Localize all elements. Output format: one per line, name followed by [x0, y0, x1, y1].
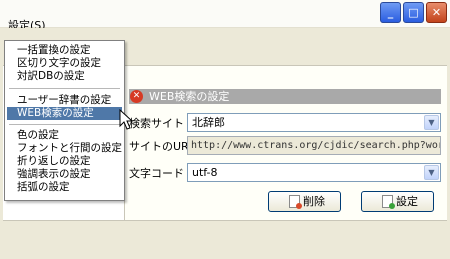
delete-document-icon — [289, 195, 302, 209]
charset-value: utf-8 — [192, 166, 218, 179]
site-url-field[interactable]: http://www.ctrans.org/cjdic/search.php?w… — [187, 136, 441, 155]
menu-item-delimiter[interactable]: 区切り文字の設定 — [7, 57, 122, 70]
set-button[interactable]: 設定 — [361, 191, 434, 212]
delete-button-label: 削除 — [303, 195, 325, 208]
minimize-button[interactable]: _ — [380, 2, 401, 23]
menu-item-wrap[interactable]: 折り返しの設定 — [7, 155, 122, 168]
close-button[interactable]: ✕ — [426, 2, 447, 23]
settings-dropdown-menu: 一括置換の設定 区切り文字の設定 対訳DBの設定 ユーザー辞書の設定 WEB検索… — [4, 40, 125, 201]
maximize-button[interactable]: □ — [403, 2, 424, 23]
menu-item-bulk-replace[interactable]: 一括置換の設定 — [7, 44, 122, 57]
mouse-cursor-icon — [119, 109, 134, 130]
chevron-down-icon[interactable]: ▼ — [424, 115, 439, 130]
menu-separator — [9, 124, 120, 125]
menu-item-highlight[interactable]: 強調表示の設定 — [7, 168, 122, 181]
settings-document-icon — [382, 195, 395, 209]
site-url-value: http://www.ctrans.org/cjdic/search.php?w… — [191, 140, 441, 151]
menu-separator — [9, 88, 120, 89]
delete-button[interactable]: 削除 — [268, 191, 341, 212]
charset-label: 文字コード — [129, 167, 184, 180]
set-button-label: 設定 — [396, 195, 418, 208]
error-icon: ✕ — [130, 90, 143, 103]
menu-item-font-spacing[interactable]: フォントと行間の設定 — [7, 142, 122, 155]
section-title: WEB検索の設定 — [149, 90, 230, 103]
menu-item-color[interactable]: 色の設定 — [7, 129, 122, 142]
chevron-down-icon[interactable]: ▼ — [424, 165, 439, 180]
menu-item-brackets[interactable]: 括弧の設定 — [7, 181, 122, 194]
window-controls: _ □ ✕ — [380, 2, 447, 23]
charset-select[interactable]: utf-8 ▼ — [187, 163, 441, 182]
search-site-label: 検索サイト — [129, 117, 184, 130]
bottom-bar — [3, 220, 447, 259]
section-header: ✕ WEB検索の設定 — [129, 89, 441, 104]
menu-item-translation-db[interactable]: 対訳DBの設定 — [7, 70, 122, 83]
site-url-label: サイトのURL — [129, 140, 195, 153]
search-site-select[interactable]: 北辞郎 ▼ — [187, 113, 441, 132]
search-site-value: 北辞郎 — [192, 116, 225, 129]
menu-item-user-dictionary[interactable]: ユーザー辞書の設定 — [7, 94, 122, 107]
menu-item-web-search[interactable]: WEB検索の設定 — [7, 107, 122, 120]
